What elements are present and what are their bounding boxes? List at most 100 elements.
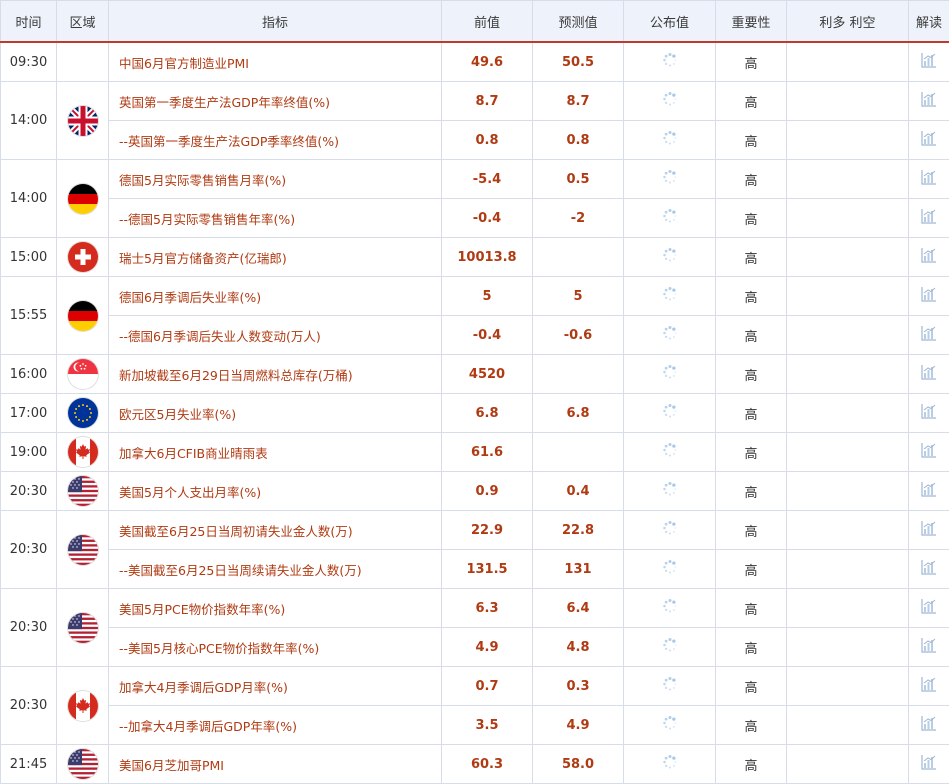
loading-spinner-icon — [662, 637, 678, 657]
bull-bear-cell — [787, 511, 909, 550]
indicator-cell[interactable]: 加拿大4月季调后GDP月率(%) — [109, 667, 442, 706]
analysis-cell[interactable] — [909, 433, 949, 472]
bar-chart-icon[interactable] — [920, 246, 938, 268]
bar-chart-icon[interactable] — [920, 636, 938, 658]
actual-value — [624, 316, 716, 355]
bull-bear-cell — [787, 82, 909, 121]
analysis-cell[interactable] — [909, 355, 949, 394]
loading-spinner-icon — [662, 481, 678, 501]
time-cell: 15:00 — [1, 238, 57, 277]
indicator-cell[interactable]: 英国第一季度生产法GDP年率终值(%) — [109, 82, 442, 121]
analysis-cell[interactable] — [909, 42, 949, 82]
bar-chart-icon[interactable] — [920, 597, 938, 619]
region-cell — [57, 82, 109, 160]
indicator-cell[interactable]: 美国6月芝加哥PMI — [109, 745, 442, 784]
indicator-cell[interactable]: --美国5月核心PCE物价指数年率(%) — [109, 628, 442, 667]
bar-chart-icon[interactable] — [920, 129, 938, 151]
bar-chart-icon[interactable] — [920, 519, 938, 541]
header-importance: 重要性 — [716, 1, 787, 43]
bar-chart-icon[interactable] — [920, 441, 938, 463]
actual-value — [624, 121, 716, 160]
indicator-cell[interactable]: 加拿大6月CFIB商业晴雨表 — [109, 433, 442, 472]
table-row: 09:30中国6月官方制造业PMI49.650.5高 — [1, 42, 949, 82]
time-cell: 15:55 — [1, 277, 57, 355]
analysis-cell[interactable] — [909, 238, 949, 277]
analysis-cell[interactable] — [909, 394, 949, 433]
analysis-cell[interactable] — [909, 667, 949, 706]
bar-chart-icon[interactable] — [920, 90, 938, 112]
actual-value — [624, 628, 716, 667]
analysis-cell[interactable] — [909, 550, 949, 589]
bull-bear-cell — [787, 550, 909, 589]
indicator-cell[interactable]: --德国5月实际零售销售年率(%) — [109, 199, 442, 238]
bar-chart-icon[interactable] — [920, 714, 938, 736]
indicator-cell[interactable]: 美国5月个人支出月率(%) — [109, 472, 442, 511]
time-cell: 20:30 — [1, 589, 57, 667]
analysis-cell[interactable] — [909, 277, 949, 316]
indicator-cell[interactable]: --德国6月季调后失业人数变动(万人) — [109, 316, 442, 355]
forecast-value: 58.0 — [533, 745, 624, 784]
analysis-cell[interactable] — [909, 589, 949, 628]
table-row: --德国5月实际零售销售年率(%)-0.4-2高 — [1, 199, 949, 238]
time-cell: 09:30 — [1, 42, 57, 82]
eu-flag-icon — [68, 398, 98, 428]
previous-value: 4520 — [442, 355, 533, 394]
bar-chart-icon[interactable] — [920, 168, 938, 190]
loading-spinner-icon — [662, 520, 678, 540]
analysis-cell[interactable] — [909, 121, 949, 160]
bar-chart-icon[interactable] — [920, 402, 938, 424]
indicator-cell[interactable]: 中国6月官方制造业PMI — [109, 42, 442, 82]
indicator-cell[interactable]: --加拿大4月季调后GDP年率(%) — [109, 706, 442, 745]
bar-chart-icon[interactable] — [920, 363, 938, 385]
region-cell — [57, 511, 109, 589]
time-cell: 20:30 — [1, 667, 57, 745]
loading-spinner-icon — [662, 364, 678, 384]
indicator-cell[interactable]: 美国5月PCE物价指数年率(%) — [109, 589, 442, 628]
bull-bear-cell — [787, 745, 909, 784]
time-cell: 14:00 — [1, 82, 57, 160]
actual-value — [624, 199, 716, 238]
time-cell: 17:00 — [1, 394, 57, 433]
loading-spinner-icon — [662, 325, 678, 345]
region-cell — [57, 394, 109, 433]
indicator-cell[interactable]: 美国截至6月25日当周初请失业金人数(万) — [109, 511, 442, 550]
bull-bear-cell — [787, 706, 909, 745]
bar-chart-icon[interactable] — [920, 675, 938, 697]
analysis-cell[interactable] — [909, 199, 949, 238]
bull-bear-cell — [787, 121, 909, 160]
indicator-cell[interactable]: 新加坡截至6月29日当周燃料总库存(万桶) — [109, 355, 442, 394]
analysis-cell[interactable] — [909, 706, 949, 745]
analysis-cell[interactable] — [909, 316, 949, 355]
bull-bear-cell — [787, 277, 909, 316]
previous-value: 0.7 — [442, 667, 533, 706]
bar-chart-icon[interactable] — [920, 480, 938, 502]
analysis-cell[interactable] — [909, 745, 949, 784]
bar-chart-icon[interactable] — [920, 285, 938, 307]
analysis-cell[interactable] — [909, 472, 949, 511]
bar-chart-icon[interactable] — [920, 753, 938, 775]
indicator-cell[interactable]: --英国第一季度生产法GDP季率终值(%) — [109, 121, 442, 160]
bar-chart-icon[interactable] — [920, 324, 938, 346]
importance-cell: 高 — [716, 628, 787, 667]
importance-cell: 高 — [716, 160, 787, 199]
indicator-cell[interactable]: --美国截至6月25日当周续请失业金人数(万) — [109, 550, 442, 589]
importance-cell: 高 — [716, 706, 787, 745]
bull-bear-cell — [787, 355, 909, 394]
indicator-cell[interactable]: 欧元区5月失业率(%) — [109, 394, 442, 433]
indicator-cell[interactable]: 瑞士5月官方储备资产(亿瑞郎) — [109, 238, 442, 277]
actual-value — [624, 472, 716, 511]
indicator-cell[interactable]: 德国6月季调后失业率(%) — [109, 277, 442, 316]
bar-chart-icon[interactable] — [920, 207, 938, 229]
bar-chart-icon[interactable] — [920, 51, 938, 73]
loading-spinner-icon — [662, 403, 678, 423]
actual-value — [624, 511, 716, 550]
analysis-cell[interactable] — [909, 82, 949, 121]
region-cell — [57, 42, 109, 82]
forecast-value — [533, 355, 624, 394]
analysis-cell[interactable] — [909, 628, 949, 667]
analysis-cell[interactable] — [909, 160, 949, 199]
bar-chart-icon[interactable] — [920, 558, 938, 580]
region-cell — [57, 745, 109, 784]
indicator-cell[interactable]: 德国5月实际零售销售月率(%) — [109, 160, 442, 199]
analysis-cell[interactable] — [909, 511, 949, 550]
